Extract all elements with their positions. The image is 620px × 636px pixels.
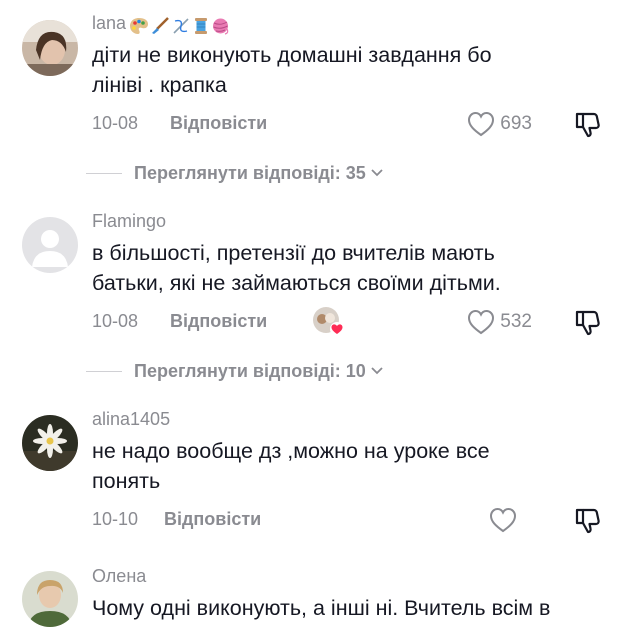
chevron-down-icon <box>371 169 383 177</box>
username-text[interactable]: Олена <box>92 566 146 586</box>
comment-text: не надо вообще дз ,можно на уроке все по… <box>92 439 490 493</box>
username-text[interactable]: alina1405 <box>92 409 170 429</box>
comment-meta: 10-08 Відповісти <box>92 111 267 135</box>
comment-text: діти не виконують домашні завдання бо лі… <box>92 43 492 97</box>
username[interactable]: alina1405 <box>92 409 170 430</box>
avatar[interactable] <box>22 217 78 273</box>
avatar[interactable] <box>22 415 78 471</box>
comment-date: 10-08 <box>92 112 139 133</box>
palette-emoji-icon <box>130 18 149 35</box>
reply-button[interactable]: Відповісти <box>170 113 267 134</box>
reply-button[interactable]: Відповісти <box>170 311 267 332</box>
chevron-down-icon <box>371 367 383 375</box>
view-replies-button[interactable]: Переглянути відповіді: 10 <box>86 359 384 383</box>
comment-text: Чому одні виконують, а інші ні. Вчитель … <box>92 596 551 620</box>
view-replies-label[interactable]: Переглянути відповіді: 10 <box>134 361 366 382</box>
heart-outline-icon <box>489 507 517 533</box>
dislike-button[interactable] <box>572 109 602 139</box>
thumbs-down-icon <box>575 310 600 336</box>
comment-date: 10-08 <box>92 310 139 331</box>
divider-line <box>86 172 122 174</box>
needle-emoji-icon <box>173 18 189 34</box>
heart-outline-icon <box>468 309 495 335</box>
view-replies-button[interactable]: Переглянути відповіді: 35 <box>86 161 384 185</box>
reply-button[interactable]: Відповісти <box>164 509 261 530</box>
username[interactable]: Олена <box>92 566 146 587</box>
like-button[interactable]: 693 <box>466 110 532 138</box>
like-button[interactable]: 532 <box>466 308 532 336</box>
dislike-button[interactable] <box>572 307 602 337</box>
divider-line <box>86 370 122 372</box>
avatar[interactable] <box>22 20 78 76</box>
username-emojis <box>128 15 230 36</box>
thumbs-down-icon <box>575 508 600 534</box>
comment-meta: 10-08 Відповісти <box>92 309 267 333</box>
comment-text: в більшості, претензії до вчителів мають… <box>92 241 501 295</box>
yarn-emoji-icon <box>213 18 229 35</box>
thumbs-down-icon <box>575 112 600 138</box>
comment-date: 10-10 <box>92 508 139 529</box>
paintbrush-emoji-icon <box>152 17 169 35</box>
like-count: 693 <box>500 113 532 134</box>
creator-avatar-heart-icon <box>313 307 344 336</box>
heart-outline-icon <box>468 111 495 137</box>
thread-spool-emoji-icon <box>195 18 208 35</box>
username-text[interactable]: Flamingo <box>92 211 166 231</box>
username-text[interactable]: lana <box>92 13 126 33</box>
like-count: 532 <box>500 311 532 332</box>
username[interactable]: lana <box>92 13 230 36</box>
comment-meta: 10-10 Відповісти <box>92 507 261 531</box>
dislike-button[interactable] <box>572 505 602 535</box>
creator-liked-badge <box>312 306 344 336</box>
avatar[interactable] <box>22 571 78 627</box>
username[interactable]: Flamingo <box>92 211 166 232</box>
default-avatar-icon <box>22 217 78 273</box>
view-replies-label[interactable]: Переглянути відповіді: 35 <box>134 163 366 184</box>
like-button[interactable] <box>488 506 522 534</box>
